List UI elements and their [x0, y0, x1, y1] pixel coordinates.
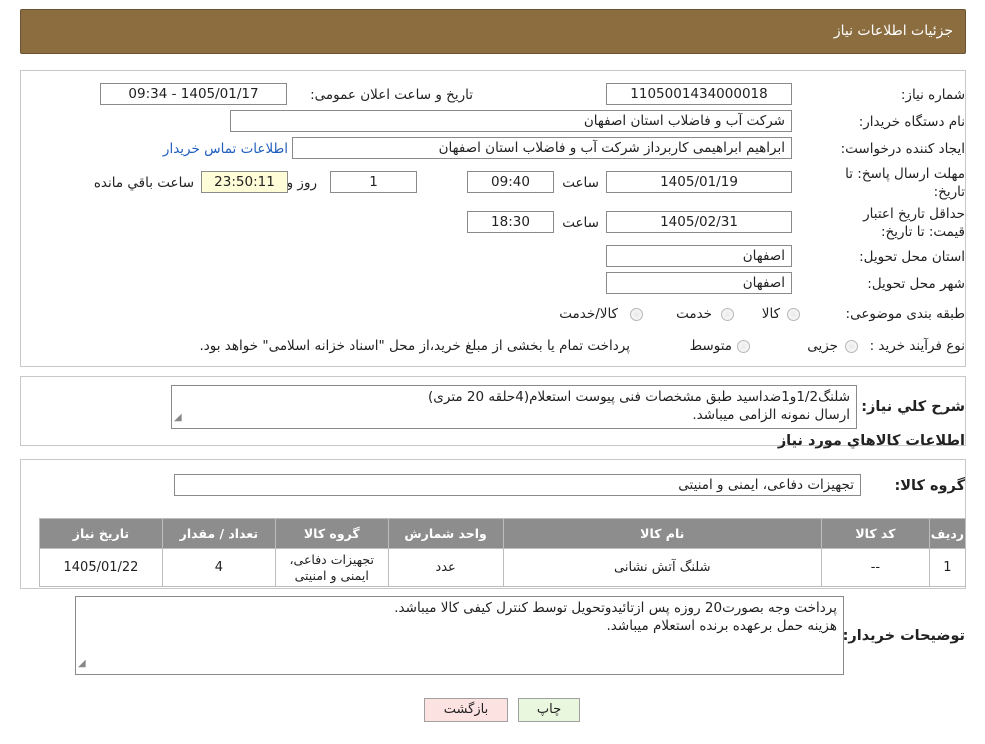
goods-group-label: گروه کالا:	[894, 478, 965, 494]
cell-date: 1405/01/22	[39, 548, 163, 587]
description-line-2: ارسال نمونه الزامی میباشد.	[692, 407, 850, 423]
cell-qty: 4	[161, 548, 276, 587]
city-label: شهر محل تحویل:	[867, 276, 965, 292]
table-header-row: ردیف کد کالا نام کالا واحد شمارش گروه کا…	[39, 518, 967, 549]
creator-field: ابراهیم ابراهیمی کاربرداز شرکت آب و فاضل…	[292, 137, 792, 159]
col-qty: تعداد / مقدار	[161, 518, 276, 549]
category-goods-service-radio[interactable]	[630, 308, 643, 321]
remaining-time-field: 23:50:11	[201, 171, 288, 193]
buyer-org-field: شرکت آب و فاضلاب استان اصفهان	[230, 110, 792, 132]
items-table: ردیف کد کالا نام کالا واحد شمارش گروه کا…	[39, 518, 967, 587]
cell-code: --	[820, 548, 930, 587]
deadline-label: مهلت ارسال پاسخ: تا تاریخ:	[845, 166, 965, 200]
remaining-label: ساعت باقي مانده	[93, 175, 194, 191]
creator-label: ایجاد کننده درخواست:	[840, 141, 965, 157]
resize-grip-icon[interactable]: ◢	[78, 655, 86, 673]
buyer-notes-line-2: هزینه حمل برعهده برنده استعلام میباشد.	[606, 618, 837, 634]
announce-field: 1405/01/17 - 09:34	[100, 83, 287, 105]
category-goods-radio[interactable]	[787, 308, 800, 321]
table-row: 1 -- شلنگ آتش نشانی عدد تجهیزات دفاعی، ا…	[39, 548, 967, 587]
days-field: 1	[330, 171, 417, 193]
col-unit: واحد شمارش	[387, 518, 504, 549]
description-label: شرح کلي نیاز:	[861, 399, 965, 415]
validity-time-label: ساعت	[562, 215, 599, 231]
need-number-label: شماره نیاز:	[900, 87, 965, 103]
page-title: جزئیات اطلاعات نیاز	[833, 23, 953, 39]
resize-grip-icon[interactable]: ◢	[174, 409, 182, 427]
category-goods-label: کالا	[761, 306, 780, 322]
validity-date-field: 1405/02/31	[606, 211, 792, 233]
announce-label: تاریخ و ساعت اعلان عمومی:	[310, 87, 473, 103]
validity-label: حداقل تاریخ اعتبار قیمت: تا تاریخ:	[863, 206, 965, 240]
process-minor-radio[interactable]	[845, 340, 858, 353]
province-label: استان محل تحویل:	[859, 249, 965, 265]
cell-group: تجهیزات دفاعی، ایمنی و امنیتی	[274, 548, 389, 587]
need-number-field: 1105001434000018	[606, 83, 792, 105]
buyer-notes-label: توضیحات خریدار:	[842, 628, 965, 644]
process-note: پرداخت تمام یا بخشی از مبلغ خرید،از محل …	[199, 338, 630, 354]
province-field: اصفهان	[606, 245, 792, 267]
buyer-notes-textarea[interactable]: پرداخت وجه بصورت20 روزه پس ازتائیدوتحویل…	[75, 596, 844, 675]
process-medium-radio[interactable]	[737, 340, 750, 353]
category-service-label: خدمت	[676, 306, 712, 322]
process-medium-label: متوسط	[689, 338, 732, 354]
process-minor-label: جزیی	[807, 338, 838, 354]
goods-section-title: اطلاعات کالاهاي مورد نیاز	[777, 433, 965, 449]
col-date: تاریخ نیاز	[39, 518, 163, 549]
cell-name: شلنگ آتش نشانی	[502, 548, 822, 587]
back-button[interactable]: بازگشت	[424, 698, 508, 722]
cell-row: 1	[928, 548, 967, 587]
description-line-1: شلنگ1/2و1ضداسید طبق مشخصات فنی پیوست است…	[428, 389, 850, 405]
cell-unit: عدد	[387, 548, 504, 587]
validity-time-field: 18:30	[467, 211, 554, 233]
city-field: اصفهان	[606, 272, 792, 294]
process-label: نوع فرآیند خرید :	[869, 338, 965, 354]
buyer-org-label: نام دستگاه خریدار:	[858, 114, 965, 130]
category-goods-service-label: کالا/خدمت	[559, 306, 618, 322]
deadline-time-label: ساعت	[562, 175, 599, 191]
col-name: نام کالا	[502, 518, 822, 549]
col-row: ردیف	[928, 518, 967, 549]
print-button[interactable]: چاپ	[518, 698, 580, 722]
buyer-notes-line-1: پرداخت وجه بصورت20 روزه پس ازتائیدوتحویل…	[394, 600, 837, 616]
goods-group-field: تجهیزات دفاعی، ایمنی و امنیتی	[174, 474, 861, 496]
description-textarea[interactable]: شلنگ1/2و1ضداسید طبق مشخصات فنی پیوست است…	[171, 385, 857, 429]
buyer-contact-link[interactable]: اطلاعات تماس خریدار	[163, 141, 288, 157]
page-header: جزئیات اطلاعات نیاز	[20, 9, 966, 54]
days-label: روز و	[286, 175, 317, 191]
category-service-radio[interactable]	[721, 308, 734, 321]
category-label: طبقه بندی موضوعی:	[845, 306, 965, 322]
deadline-date-field: 1405/01/19	[606, 171, 792, 193]
deadline-time-field: 09:40	[467, 171, 554, 193]
col-group: گروه کالا	[274, 518, 389, 549]
col-code: کد کالا	[820, 518, 930, 549]
